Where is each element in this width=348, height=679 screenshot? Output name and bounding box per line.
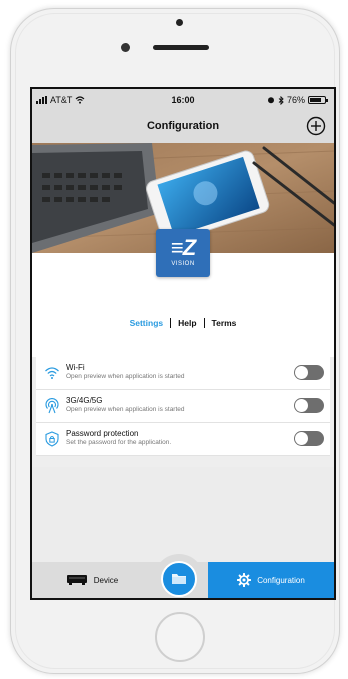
- toggle-knob: [295, 366, 308, 379]
- settings-row-password: Password protection Set the password for…: [36, 423, 330, 456]
- tab-configuration-label: Configuration: [257, 575, 305, 585]
- gear-icon: [237, 573, 252, 587]
- ez-vision-logo: ≡Z VISION: [156, 229, 210, 277]
- settings-row-cellular: 3G/4G/5G Open preview when application i…: [36, 390, 330, 423]
- segment-tabs: Settings Help Terms: [32, 318, 334, 328]
- home-button[interactable]: [155, 612, 205, 662]
- tab-settings[interactable]: Settings: [123, 318, 171, 328]
- settings-row-wifi: Wi-Fi Open preview when application is s…: [36, 357, 330, 390]
- setting-subtitle: Open preview when application is started: [66, 373, 185, 380]
- password-toggle[interactable]: [294, 431, 324, 446]
- wifi-toggle[interactable]: [294, 365, 324, 380]
- settings-list: Wi-Fi Open preview when application is s…: [36, 357, 330, 456]
- bluetooth-icon: [278, 95, 284, 105]
- toggle-knob: [295, 432, 308, 445]
- setting-title: 3G/4G/5G: [66, 396, 103, 405]
- folder-icon: [172, 574, 186, 584]
- setting-subtitle: Open preview when application is started: [66, 406, 185, 413]
- app-screen: AT&T 16:00 76% Configuration ≡Z VISION S…: [30, 87, 336, 600]
- toggle-knob: [295, 399, 308, 412]
- dvr-device-icon: [66, 575, 87, 585]
- plus-circle-icon[interactable]: [306, 116, 326, 136]
- wifi-icon: [45, 367, 59, 379]
- tab-configuration[interactable]: Configuration: [208, 562, 334, 598]
- empty-content-area: [32, 467, 334, 565]
- alarm-icon: [267, 97, 274, 104]
- bottom-tab-bar: Device Configuration: [32, 554, 334, 598]
- tab-terms[interactable]: Terms: [205, 318, 244, 328]
- logo-mark: ≡Z: [170, 235, 196, 260]
- tab-help[interactable]: Help: [171, 318, 203, 328]
- battery-percent: 76%: [286, 95, 305, 105]
- setting-title: Password protection: [66, 429, 139, 438]
- center-folder-button[interactable]: [161, 561, 197, 597]
- tab-device-label: Device: [93, 575, 119, 585]
- status-bar: AT&T 16:00 76%: [32, 89, 334, 111]
- front-camera: [121, 43, 130, 52]
- earpiece-speaker: [153, 45, 209, 50]
- lock-icon: [45, 431, 59, 447]
- tab-device[interactable]: Device: [32, 562, 152, 598]
- setting-title: Wi-Fi: [66, 363, 85, 372]
- settings-panel: Wi-Fi Open preview when application is s…: [32, 357, 334, 467]
- page-title: Configuration: [146, 120, 220, 132]
- cellular-icon: [45, 398, 59, 414]
- cellular-toggle[interactable]: [294, 398, 324, 413]
- logo-text: VISION: [171, 261, 195, 267]
- setting-subtitle: Set the password for the application.: [66, 439, 172, 446]
- proximity-sensor: [176, 19, 183, 26]
- navigation-bar: Configuration: [32, 111, 334, 143]
- battery-icon: [308, 96, 328, 104]
